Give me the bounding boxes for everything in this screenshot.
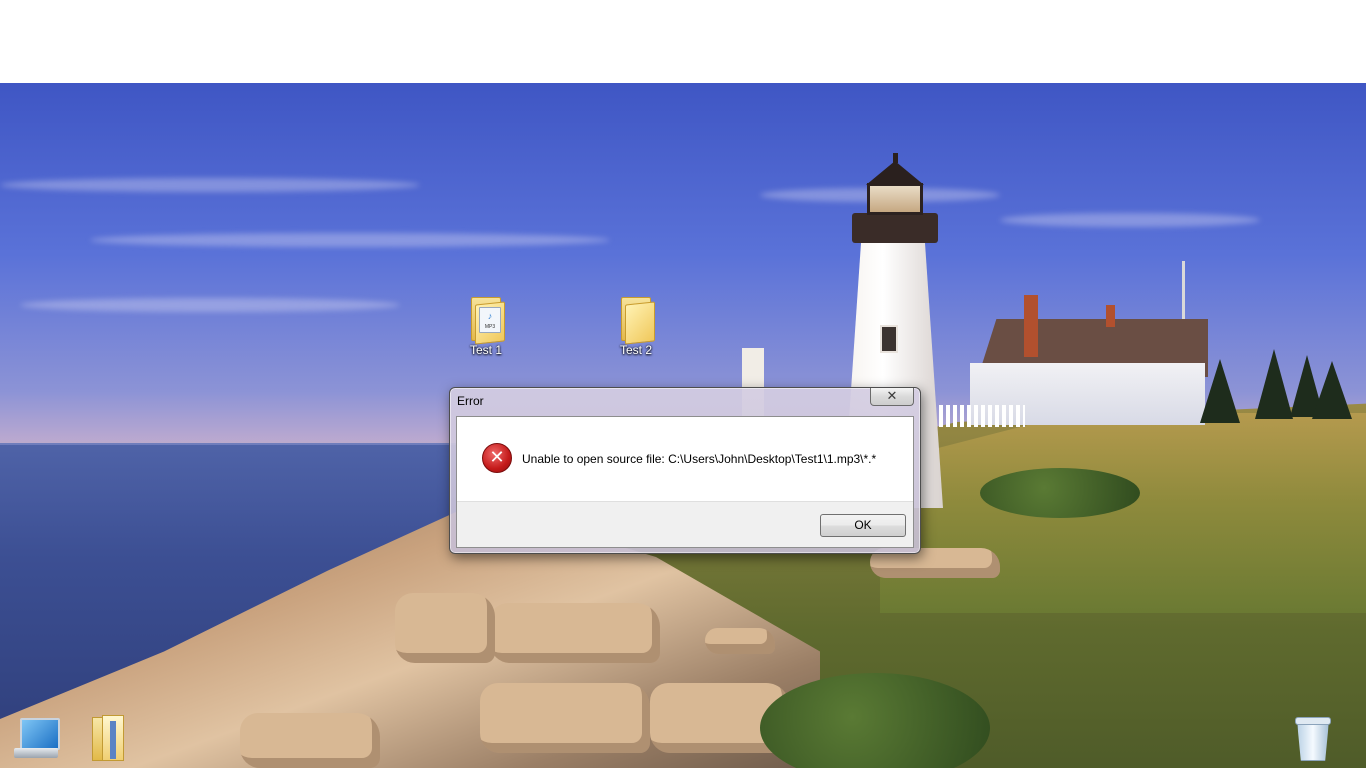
wallpaper-rock xyxy=(240,713,380,768)
error-message: Unable to open source file: C:\Users\Joh… xyxy=(522,452,877,466)
desktop-icon-label: Test 1 xyxy=(469,343,502,357)
close-icon: ✕ xyxy=(886,388,898,403)
mp3-file-icon: ♪ MP3 xyxy=(479,307,501,333)
wallpaper-rock xyxy=(395,593,495,663)
folder-icon xyxy=(619,297,655,345)
wallpaper-tree xyxy=(1255,349,1293,419)
wallpaper-rock xyxy=(480,683,650,753)
wallpaper-rock xyxy=(490,603,660,663)
wallpaper-lighthouse-tip xyxy=(893,153,898,163)
wallpaper-tree xyxy=(1312,361,1352,419)
top-blank-area xyxy=(0,0,1366,83)
wallpaper-cloud xyxy=(20,298,400,312)
wallpaper-lighthouse-roof xyxy=(866,161,924,185)
libraries-icon[interactable] xyxy=(90,713,126,761)
mp3-badge: MP3 xyxy=(484,324,496,330)
recycle-bin-icon[interactable] xyxy=(1293,715,1331,761)
wallpaper-chimney xyxy=(1024,295,1038,357)
error-dialog[interactable]: Error ✕ ✕ Unable to open source file: C:… xyxy=(449,387,921,554)
ok-button[interactable]: OK xyxy=(820,514,906,537)
desktop-icon-test1[interactable]: ♪ MP3 Test 1 xyxy=(446,297,526,357)
wallpaper-chimney xyxy=(1106,305,1115,327)
computer-icon[interactable] xyxy=(14,716,60,760)
dialog-body: ✕ Unable to open source file: C:\Users\J… xyxy=(456,416,914,548)
error-icon: ✕ xyxy=(482,443,512,473)
music-folder-icon: ♪ MP3 xyxy=(469,297,505,345)
wallpaper-cloud xyxy=(1000,213,1260,227)
wallpaper-cloud xyxy=(90,233,610,247)
wallpaper-rock xyxy=(705,628,775,654)
dialog-title: Error xyxy=(457,394,484,408)
wallpaper-lighthouse-lamp xyxy=(867,183,923,215)
close-button[interactable]: ✕ xyxy=(870,388,914,406)
wallpaper-bush xyxy=(980,468,1140,518)
wallpaper-lighthouse-gallery xyxy=(852,213,938,243)
wallpaper-horizon xyxy=(0,443,470,445)
desktop-icon-label: Test 2 xyxy=(619,343,652,357)
music-note-glyph: ♪ xyxy=(487,311,493,321)
wallpaper-lighthouse-window xyxy=(880,325,898,353)
message-area: ✕ Unable to open source file: C:\Users\J… xyxy=(457,417,913,501)
desktop-icon-test2[interactable]: Test 2 xyxy=(596,297,676,357)
error-icon-glyph: ✕ xyxy=(489,447,505,468)
button-area: OK xyxy=(457,501,913,547)
wallpaper-fence xyxy=(925,405,1025,427)
wallpaper-cloud xyxy=(0,178,420,192)
